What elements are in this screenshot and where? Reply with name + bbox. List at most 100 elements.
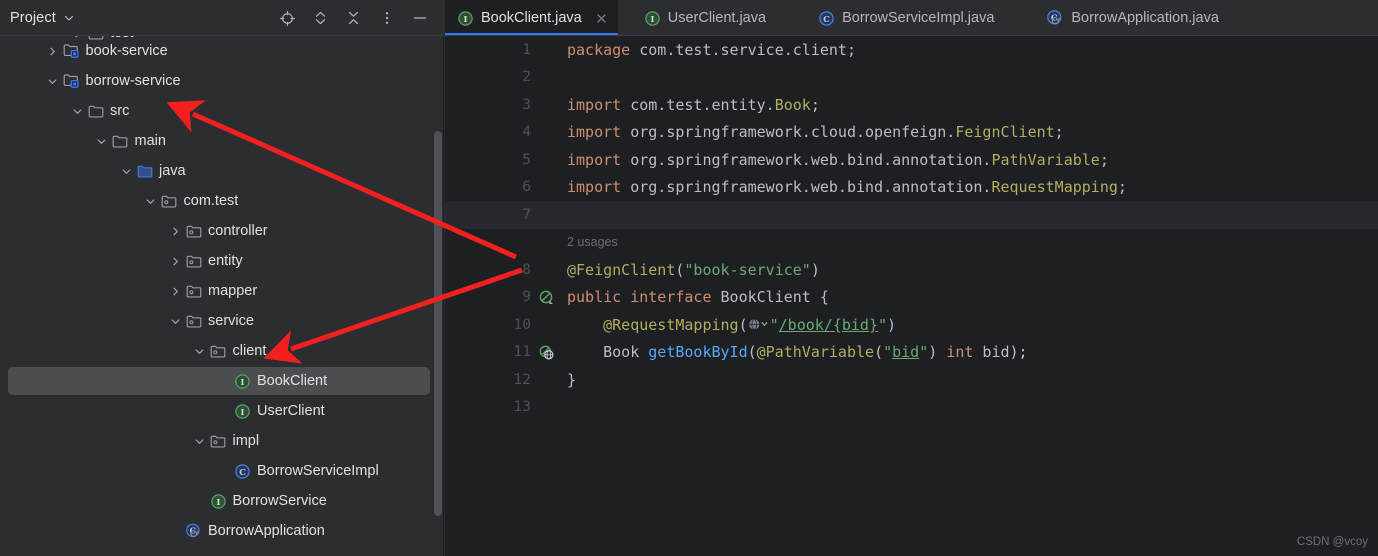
svg-text:C: C	[823, 14, 830, 24]
tree-item-java[interactable]: java	[0, 156, 444, 186]
editor-line-1[interactable]: 1 package com.test.service.client;	[445, 36, 1378, 64]
tree-rows: book-service borrow-service src main jav…	[0, 36, 444, 546]
chevron-right-icon[interactable]	[167, 223, 183, 239]
tree-item-borrow-service[interactable]: borrow-service	[0, 66, 444, 96]
tree-item-label: client	[232, 343, 267, 359]
tree-item-borrowapplication[interactable]: C BorrowApplication	[0, 516, 444, 546]
gutter[interactable]: 1	[445, 36, 537, 64]
tree-item-book-service[interactable]: book-service	[0, 36, 444, 66]
chevron-right-icon[interactable]	[167, 253, 183, 269]
gutter[interactable]: 2	[445, 64, 537, 92]
interface-icon: I	[457, 10, 474, 27]
code-token: (	[738, 315, 748, 334]
code-line-content: import com.test.entity.Book;	[537, 96, 820, 114]
class-icon: C	[818, 10, 835, 27]
tree-item-label: test	[110, 36, 133, 41]
tree-scrollbar[interactable]	[434, 131, 442, 516]
chevron-down-icon[interactable]	[118, 163, 134, 179]
select-opened-file-icon[interactable]	[271, 2, 304, 35]
gutter[interactable]: 4	[445, 119, 537, 147]
gutter[interactable]: 9	[445, 284, 553, 312]
tree-item-mapper[interactable]: mapper	[0, 276, 444, 306]
tree-item-entity[interactable]: entity	[0, 246, 444, 276]
url-globe-icon[interactable]	[748, 318, 770, 331]
gutter[interactable]: 10	[445, 311, 537, 339]
tree-item-bookclient[interactable]: I BookClient	[0, 366, 444, 396]
gutter[interactable]: 11	[445, 339, 553, 367]
gutter[interactable]: 13	[445, 394, 537, 422]
gutter[interactable]: 7	[445, 201, 537, 229]
chevron-down-icon[interactable]	[192, 433, 208, 449]
tree-item-main[interactable]: main	[0, 126, 444, 156]
close-icon[interactable]	[594, 10, 610, 26]
chevron-down-icon[interactable]	[167, 313, 183, 329]
gutter[interactable]: 3	[445, 91, 537, 119]
chevron-right-icon[interactable]	[167, 283, 183, 299]
tree-item-controller[interactable]: controller	[0, 216, 444, 246]
editor-line-8[interactable]: 8 @FeignClient("book-service")	[445, 256, 1378, 284]
tree-item-impl[interactable]: impl	[0, 426, 444, 456]
tree-item-label: java	[159, 163, 186, 179]
tree-item-com-test[interactable]: com.test	[0, 186, 444, 216]
chevron-down-icon[interactable]	[63, 12, 75, 24]
editor-line-9[interactable]: 9 public interface BookClient {	[445, 284, 1378, 312]
chevron-down-icon[interactable]	[45, 73, 61, 89]
expand-collapse-icon[interactable]	[304, 2, 337, 35]
more-options-icon[interactable]	[370, 2, 403, 35]
gutter[interactable]: 8	[445, 256, 537, 284]
code-token: @PathVariable	[756, 343, 875, 362]
code-line-content: public interface BookClient {	[537, 288, 829, 306]
tab-bookclient[interactable]: I BookClient.java	[445, 0, 618, 36]
code-token: bid);	[973, 343, 1028, 362]
project-tree[interactable]: test book-service borrow-service src mai…	[0, 36, 444, 556]
tab-borrowserviceimpl[interactable]: C BorrowServiceImpl.java	[806, 0, 1006, 36]
editor-area: I BookClient.java I UserClient.java C Borro…	[445, 0, 1378, 556]
usages-inlay-hint[interactable]: 2 usages	[445, 229, 1378, 257]
web-endpoint-icon[interactable]	[537, 343, 555, 361]
tree-item-borrowservice[interactable]: I BorrowService	[0, 486, 444, 516]
chevron-down-icon[interactable]	[94, 133, 110, 149]
code-token: "	[878, 315, 888, 334]
editor-line-5[interactable]: 5 import org.springframework.web.bind.ann…	[445, 146, 1378, 174]
editor-line-13[interactable]: 13	[445, 394, 1378, 422]
line-number: 11	[513, 344, 531, 361]
tree-item-label: src	[110, 103, 130, 119]
chevron-right-icon[interactable]	[45, 43, 61, 59]
tree-item-userclient[interactable]: I UserClient	[0, 396, 444, 426]
tree-item-label: mapper	[208, 283, 258, 299]
gutter[interactable]: 6	[445, 174, 537, 202]
editor-line-11[interactable]: 11 Book getBookById(@PathVariable("bid")…	[445, 339, 1378, 367]
line-number: 12	[513, 371, 531, 388]
tool-window-header: Project	[0, 0, 444, 36]
code-token: ;	[1117, 178, 1127, 197]
code-token: org.springframework.cloud.openfeign.	[630, 123, 956, 142]
chevron-down-icon[interactable]	[69, 103, 85, 119]
editor-line-7[interactable]: 7	[445, 201, 1378, 229]
tree-item-client[interactable]: client	[0, 336, 444, 366]
tree-item-borrowserviceimpl[interactable]: C BorrowServiceImpl	[0, 456, 444, 486]
tree-item-src[interactable]: src	[0, 96, 444, 126]
code-token: FeignClient	[955, 123, 1055, 142]
gutter[interactable]: 5	[445, 146, 537, 174]
editor-line-12[interactable]: 12}	[445, 366, 1378, 394]
chevron-down-icon[interactable]	[143, 193, 159, 209]
tree-item-service[interactable]: service	[0, 306, 444, 336]
code-editor[interactable]: 1 package com.test.service.client; 2 3 impor…	[445, 36, 1378, 556]
editor-line-4[interactable]: 4 import org.springframework.cloud.openfe…	[445, 119, 1378, 147]
gutter[interactable]: 12	[445, 366, 537, 394]
editor-line-3[interactable]: 3 import com.test.entity.Book;	[445, 91, 1378, 119]
interface-marker-icon[interactable]	[537, 288, 555, 306]
editor-line-10[interactable]: 10 @RequestMapping( "/book/{bid}")	[445, 311, 1378, 339]
editor-line-2[interactable]: 2	[445, 64, 1378, 92]
line-number: 1	[522, 41, 531, 58]
chevron-right-icon[interactable]	[69, 36, 85, 41]
hide-icon[interactable]	[403, 2, 436, 35]
tree-item-label: book-service	[85, 43, 168, 59]
collapse-all-icon[interactable]	[337, 2, 370, 35]
code-token: }	[567, 370, 577, 389]
editor-line-6[interactable]: 6 import org.springframework.web.bind.ann…	[445, 174, 1378, 202]
chevron-down-icon[interactable]	[192, 343, 208, 359]
tab-userclient[interactable]: I UserClient.java	[632, 0, 778, 36]
tab-borrowapplication[interactable]: C BorrowApplication.java	[1034, 0, 1231, 36]
